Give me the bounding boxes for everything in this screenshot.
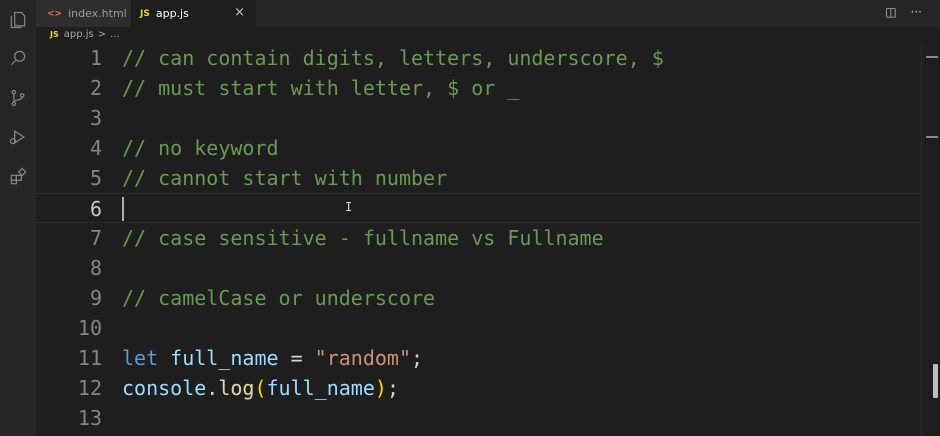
code-statement: console.log(full_name); xyxy=(122,373,399,403)
overview-mark xyxy=(926,56,938,58)
code-line: 4 // no keyword xyxy=(36,133,921,163)
line-number: 6 xyxy=(89,197,102,221)
function: log xyxy=(218,376,255,400)
code-line: 3 xyxy=(36,103,921,133)
split-editor-icon[interactable]: ◫ xyxy=(885,5,896,19)
explorer-icon[interactable] xyxy=(6,8,30,32)
tab-bar: <> index.html JS app.js × ◫ ··· xyxy=(36,0,940,27)
comment: // can contain digits, letters, undersco… xyxy=(122,46,664,70)
code-statement: let full_name = "random"; xyxy=(122,343,423,373)
keyword: let xyxy=(122,346,159,370)
string: "random" xyxy=(314,346,411,370)
dot: . xyxy=(206,376,219,400)
comment: // camelCase or underscore xyxy=(122,286,436,310)
line-number: 4 xyxy=(89,136,102,160)
line-number: 13 xyxy=(77,406,102,430)
code-line: 9 // camelCase or underscore xyxy=(36,283,921,313)
line-number: 8 xyxy=(89,256,102,280)
paren: ( xyxy=(254,376,267,400)
line-number: 9 xyxy=(89,286,102,310)
line-number: 11 xyxy=(77,346,102,370)
line-number: 5 xyxy=(89,166,102,190)
semicolon: ; xyxy=(411,346,424,370)
line-number: 2 xyxy=(89,76,102,100)
code-line: 13 xyxy=(36,403,921,433)
line-number: 1 xyxy=(89,46,102,70)
paren: ) xyxy=(374,376,387,400)
semicolon: ; xyxy=(386,376,399,400)
code-line: 1 // can contain digits, letters, unders… xyxy=(36,43,921,73)
comment: // no keyword xyxy=(122,136,279,160)
vertical-scrollbar[interactable] xyxy=(921,42,940,436)
search-icon[interactable] xyxy=(6,46,30,70)
tab-app-js[interactable]: JS app.js × xyxy=(131,0,256,27)
close-icon[interactable]: × xyxy=(234,5,245,20)
run-debug-icon[interactable] xyxy=(6,125,30,149)
current-line: 6 I xyxy=(36,193,921,223)
object: console xyxy=(122,376,207,400)
comment: // case sensitive - fullname vs Fullname xyxy=(122,226,604,250)
js-file-icon: JS xyxy=(140,8,150,19)
html-file-icon: <> xyxy=(47,8,63,19)
breadcrumb: JS app.js > ... xyxy=(36,27,940,42)
code-line: 12 console.log(full_name); xyxy=(36,373,921,403)
code-line: 2 // must start with letter, $ or _ xyxy=(36,73,921,103)
comment: // cannot start with number xyxy=(122,166,448,190)
variable: full_name xyxy=(170,346,279,370)
source-control-icon[interactable] xyxy=(6,86,30,110)
line-number: 3 xyxy=(89,106,102,130)
code-line: 8 xyxy=(36,253,921,283)
operator: = xyxy=(278,346,315,370)
line-number: 7 xyxy=(89,226,102,250)
code-line: 10 xyxy=(36,313,921,343)
js-file-icon: JS xyxy=(50,30,59,39)
tab-label: app.js xyxy=(155,7,189,20)
text-cursor xyxy=(122,197,124,221)
extensions-icon[interactable] xyxy=(6,165,30,189)
mouse-ibeam-icon: I xyxy=(345,200,353,214)
activity-bar xyxy=(0,0,36,436)
editor-actions: ◫ ··· xyxy=(885,5,922,19)
breadcrumb-rest[interactable]: ... xyxy=(110,29,120,40)
line-number: 10 xyxy=(77,316,102,340)
variable: full_name xyxy=(266,376,375,400)
scrollbar-thumb[interactable] xyxy=(933,364,938,398)
line-number: 12 xyxy=(77,376,102,400)
more-actions-icon[interactable]: ··· xyxy=(911,5,922,19)
code-line: 7 // case sensitive - fullname vs Fullna… xyxy=(36,223,921,253)
overview-mark xyxy=(926,136,938,138)
breadcrumb-file[interactable]: app.js xyxy=(64,29,94,40)
comment: // must start with letter, $ or _ xyxy=(122,76,520,100)
code-line: 11 let full_name = "random"; xyxy=(36,343,921,373)
code-line: 5 // cannot start with number xyxy=(36,163,921,193)
breadcrumb-separator: > xyxy=(97,29,107,40)
tab-index-html[interactable]: <> index.html xyxy=(36,0,130,27)
tab-label: index.html xyxy=(68,7,127,20)
code-editor[interactable]: 1 // can contain digits, letters, unders… xyxy=(36,42,921,436)
